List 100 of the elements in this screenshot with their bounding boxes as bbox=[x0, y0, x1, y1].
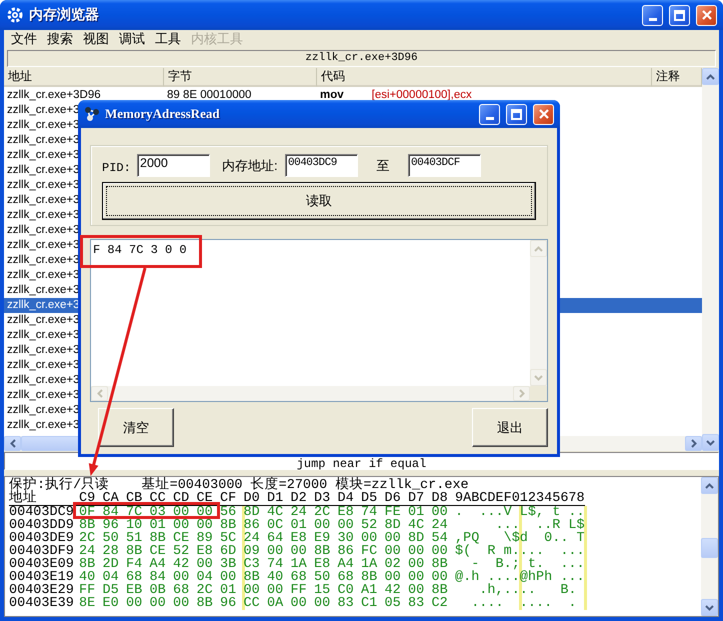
maximize-button[interactable] bbox=[506, 104, 527, 124]
vertical-scrollbar[interactable] bbox=[702, 68, 719, 451]
byte-cell-text: A4 bbox=[150, 558, 167, 571]
byte-cell-text: 2C bbox=[314, 506, 332, 519]
close-button[interactable] bbox=[696, 4, 717, 26]
chevron-right-icon bbox=[518, 389, 524, 398]
column-header: CD bbox=[173, 492, 190, 505]
byte-cell-text: 5C bbox=[220, 532, 238, 545]
ascii-text: $( R m.... ... bbox=[455, 545, 585, 558]
address-cell-text: 00403DF9 bbox=[9, 545, 75, 558]
column-header[interactable]: 地址 bbox=[4, 68, 164, 87]
byte-cell-text: 2C bbox=[196, 584, 214, 597]
menu-item[interactable]: 文件 bbox=[6, 30, 42, 47]
scroll-right-button[interactable] bbox=[685, 436, 702, 451]
byte-cell-text: 00 bbox=[384, 571, 402, 584]
byte-cell-text: 50 bbox=[102, 532, 120, 545]
byte-cell-text: 8B bbox=[79, 519, 96, 532]
scroll-down-button[interactable] bbox=[701, 599, 718, 616]
input-field[interactable]: 2000 bbox=[137, 154, 210, 177]
byte-cell-text: 2C bbox=[79, 532, 96, 545]
address-cell: zzllk_cr.exe+3 bbox=[7, 358, 80, 373]
read-button[interactable]: 读取 bbox=[102, 182, 536, 220]
maximize-button[interactable] bbox=[669, 4, 690, 26]
byte-cell-text: 84 bbox=[150, 571, 167, 584]
byte-cell-text: A1 bbox=[361, 584, 378, 597]
address-field[interactable]: zzllk_cr.exe+3D96 bbox=[7, 50, 716, 67]
byte-cell-text: 54 bbox=[432, 532, 449, 545]
menu-item[interactable]: 工具 bbox=[150, 30, 186, 47]
output-box[interactable]: F 84 7C 3 0 0 bbox=[90, 239, 548, 402]
minimize-button[interactable] bbox=[479, 104, 500, 124]
byte-cell-text: 01 bbox=[220, 584, 238, 597]
byte-cell-text: 74 bbox=[267, 558, 284, 571]
address-cell: zzllk_cr.exe+3 bbox=[7, 223, 80, 238]
scroll-up-button[interactable] bbox=[701, 477, 718, 494]
byte-cell-text: 74 bbox=[361, 506, 378, 519]
column-header: 地址 bbox=[9, 492, 38, 505]
byte-cell-text: 00 bbox=[173, 519, 190, 532]
byte-cell-text: 00 bbox=[126, 597, 144, 610]
vertical-scrollbar[interactable] bbox=[701, 477, 718, 616]
byte-cell-text: 0C bbox=[267, 519, 284, 532]
opcode: mov bbox=[320, 88, 344, 103]
byte-cell-text: 05 bbox=[384, 597, 402, 610]
column-header: CF bbox=[220, 492, 238, 505]
column-header: D4 bbox=[338, 492, 355, 505]
input-field[interactable]: 00403DC9 bbox=[285, 154, 358, 177]
byte-cell-text: 40 bbox=[79, 571, 96, 584]
clear-button[interactable]: 清空 bbox=[98, 408, 174, 447]
byte-cell-text: 01 bbox=[408, 506, 426, 519]
scroll-down-button[interactable] bbox=[702, 434, 719, 451]
byte-cell-text: 68 bbox=[290, 571, 308, 584]
byte-cell-text: 68 bbox=[338, 571, 355, 584]
byte-cell-text: 2D bbox=[102, 558, 120, 571]
minimize-button[interactable] bbox=[642, 4, 663, 26]
address-cell: zzllk_cr.exe+3 bbox=[7, 208, 80, 223]
chevron-down-icon bbox=[534, 374, 543, 380]
column-header[interactable]: 字节 bbox=[164, 68, 317, 87]
input-field[interactable]: 00403DCF bbox=[408, 154, 481, 177]
byte-cell-text: 00 bbox=[361, 532, 378, 545]
exit-button[interactable]: 退出 bbox=[472, 408, 548, 447]
byte-cell-text: FF bbox=[79, 584, 96, 597]
column-header[interactable]: 代码 bbox=[317, 68, 652, 87]
scroll-thumb[interactable] bbox=[701, 538, 718, 558]
menu-item[interactable]: 视图 bbox=[78, 30, 114, 47]
byte-cell-text: C1 bbox=[361, 597, 378, 610]
byte-cell-text: 00 bbox=[267, 545, 284, 558]
byte-cell-text: FF bbox=[290, 584, 308, 597]
scroll-left-button[interactable] bbox=[4, 436, 21, 451]
ascii-text: ... ..R L$ bbox=[494, 519, 585, 532]
list-row[interactable]: zzllk_cr.exe+3D96 89 8E 00010000 mov [esi+00000100],ecx bbox=[4, 88, 702, 103]
address-cell-text: 00403DC9 bbox=[9, 506, 75, 519]
byte-cell-text: 89 bbox=[196, 532, 214, 545]
address-cell: zzllk_cr.exe+3 bbox=[7, 178, 80, 193]
byte-cell-text: 10 bbox=[126, 519, 144, 532]
byte-cell-text: 04 bbox=[102, 571, 120, 584]
gear-icon bbox=[6, 6, 24, 24]
scrollbar-corner bbox=[530, 386, 547, 401]
address-cell: zzllk_cr.exe+3 bbox=[7, 373, 80, 388]
column-header: D0 bbox=[244, 492, 261, 505]
byte-cell-text: 8B bbox=[244, 571, 261, 584]
chevron-up-icon bbox=[534, 246, 543, 252]
byte-cell-text: FC bbox=[361, 545, 378, 558]
byte-cell-text: 30 bbox=[338, 532, 355, 545]
minimize-icon bbox=[648, 18, 656, 20]
byte-cell-text: 00 bbox=[290, 545, 308, 558]
byte-cell-text: 00 bbox=[173, 597, 190, 610]
byte-cell-text: E0 bbox=[102, 597, 120, 610]
close-button[interactable] bbox=[533, 104, 554, 124]
address-cell: zzllk_cr.exe+3 bbox=[7, 268, 80, 283]
address-cell: zzllk_cr.exe+3 bbox=[7, 313, 80, 328]
address-cell: zzllk_cr.exe+3 bbox=[7, 298, 80, 313]
scroll-up-button[interactable] bbox=[702, 68, 719, 85]
column-header: D5 bbox=[361, 492, 378, 505]
field-label: PID: bbox=[102, 160, 132, 174]
column-header: CB bbox=[126, 492, 144, 505]
byte-cell-text: 42 bbox=[384, 584, 402, 597]
address-cell: zzllk_cr.exe+3 bbox=[7, 388, 80, 403]
menu-item[interactable]: 搜索 bbox=[42, 30, 78, 47]
close-icon bbox=[702, 10, 712, 20]
byte-cell-text: 00 bbox=[432, 506, 449, 519]
menu-item[interactable]: 调试 bbox=[114, 30, 150, 47]
